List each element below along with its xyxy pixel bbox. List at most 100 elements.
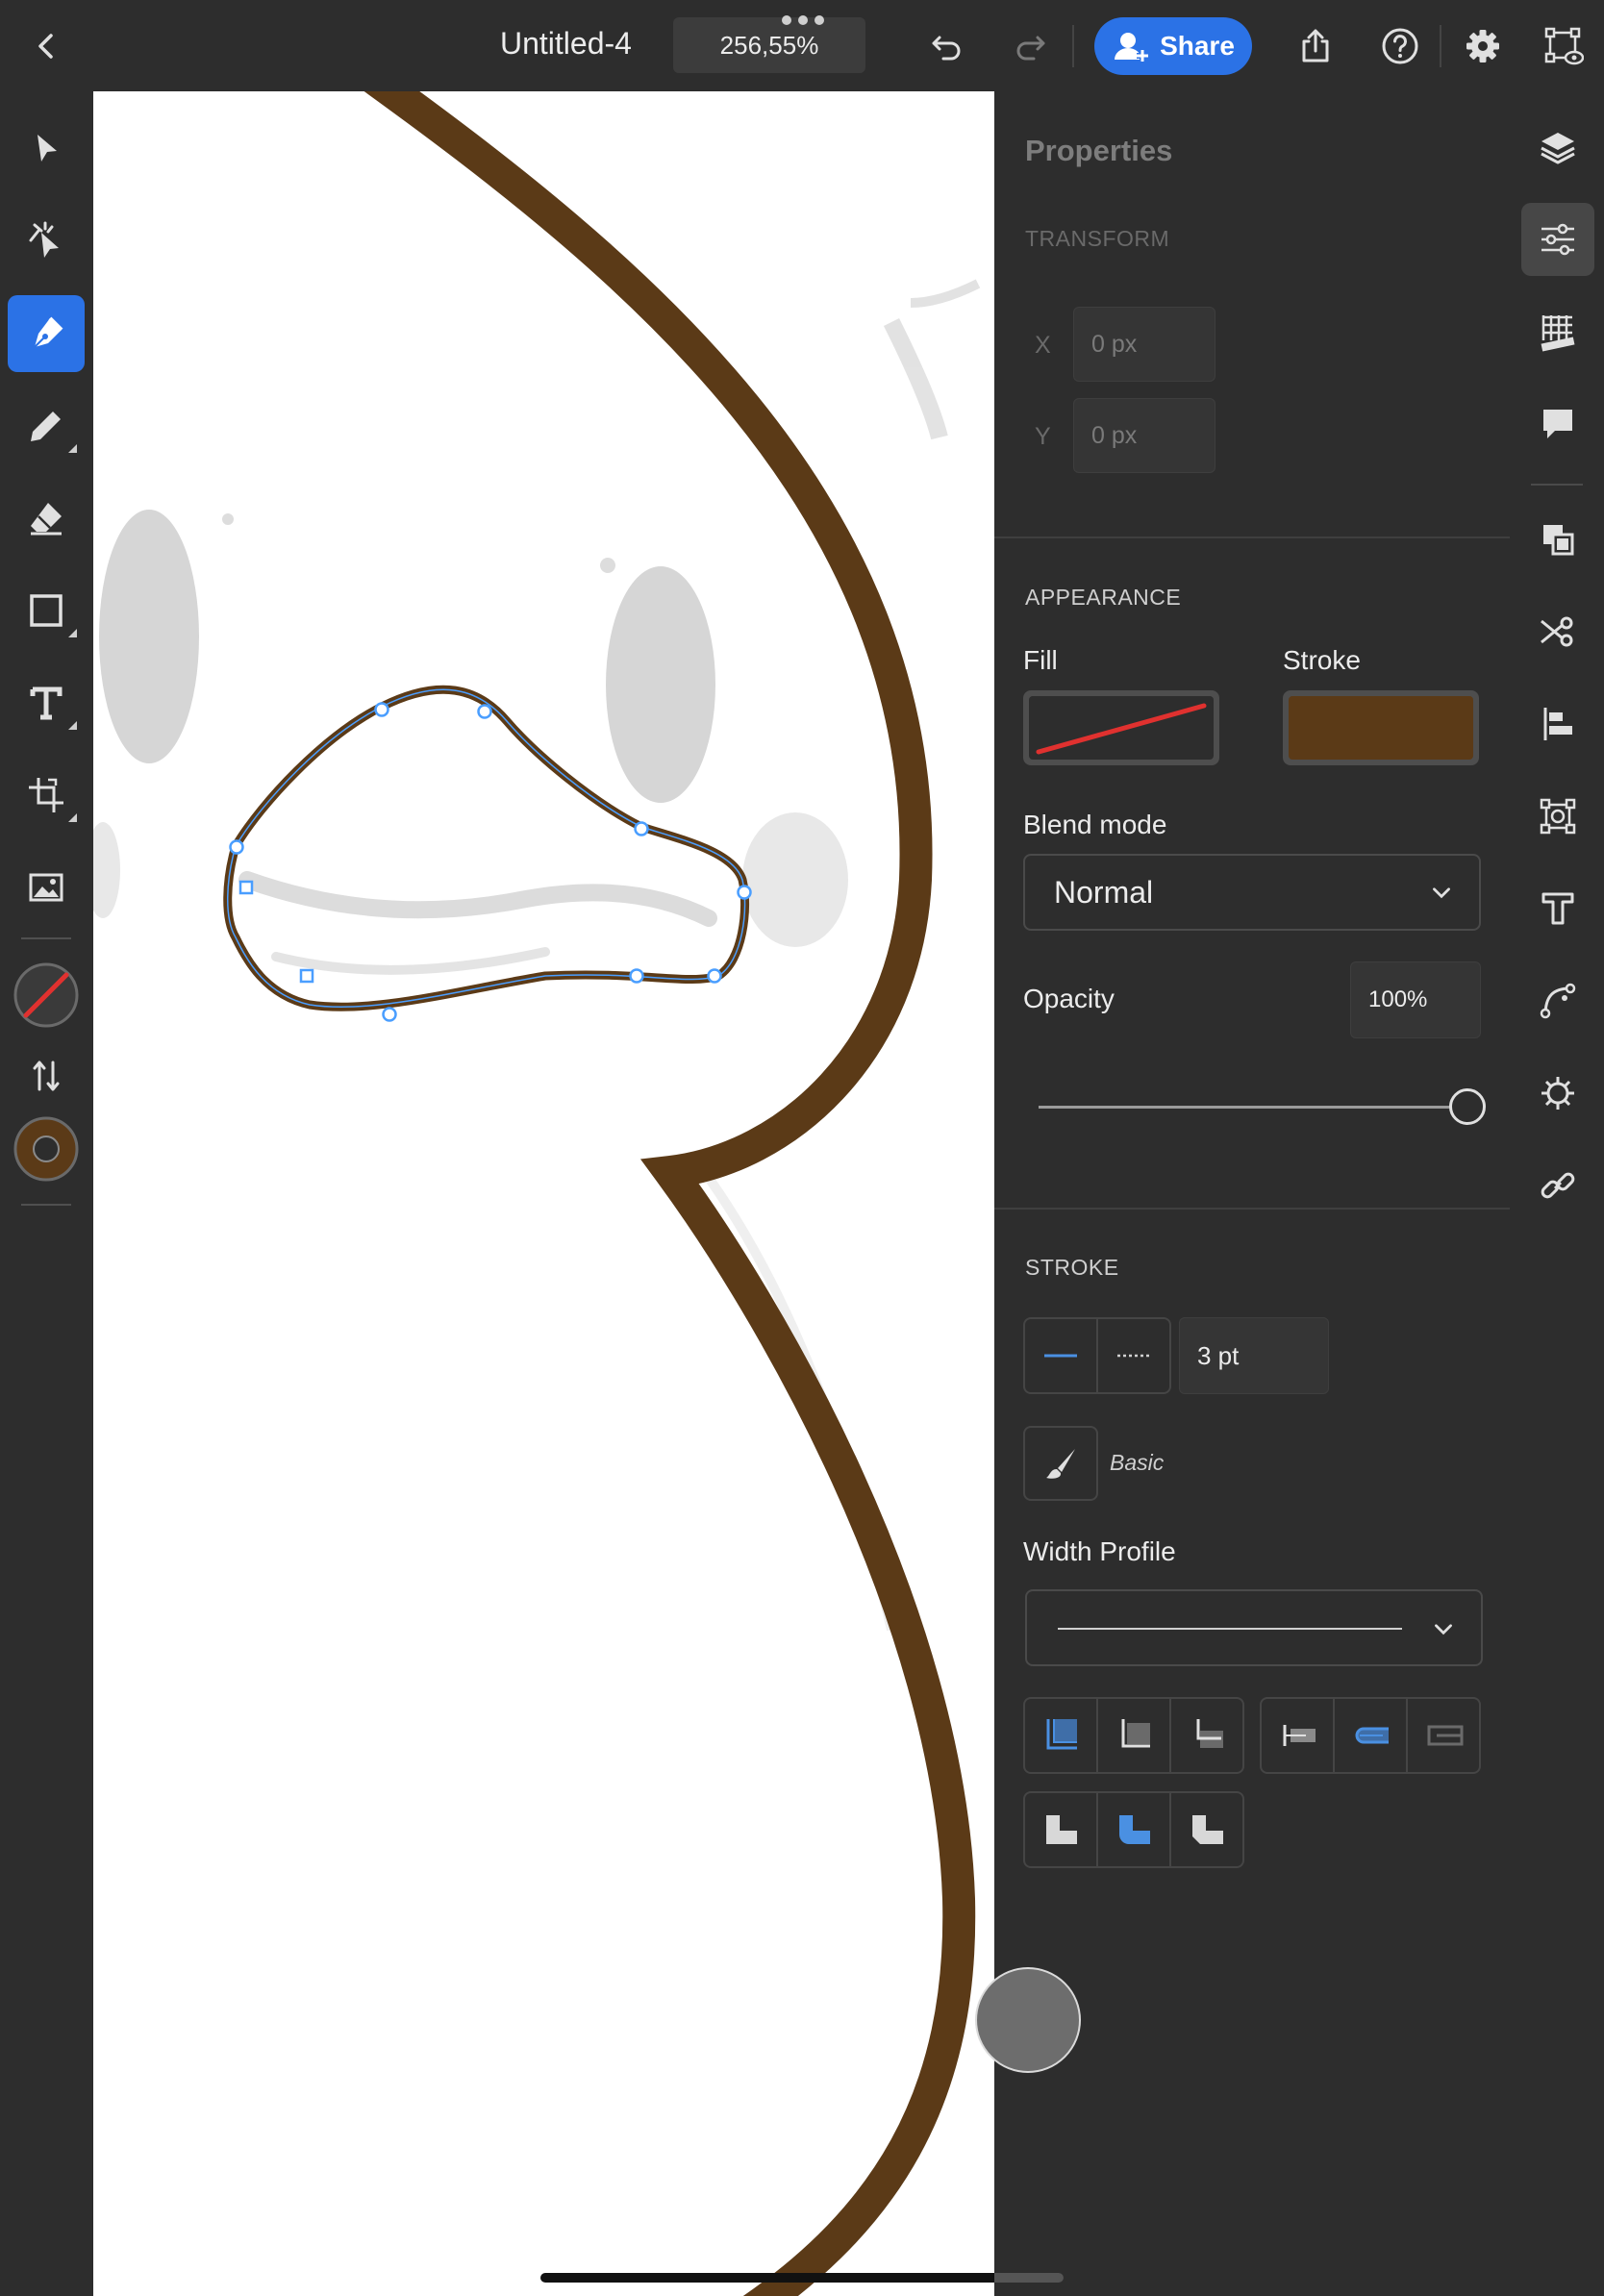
eye-right-sketch: [606, 566, 715, 803]
align-inside-button[interactable]: [1025, 1699, 1098, 1772]
round-join-button[interactable]: [1098, 1793, 1171, 1866]
stroke-cap-toggle: [1260, 1697, 1481, 1774]
align-button[interactable]: [1521, 687, 1594, 761]
share-button[interactable]: Share: [1094, 17, 1252, 75]
rectangle-icon: [30, 594, 63, 627]
preview-icon[interactable]: [1535, 17, 1592, 75]
export-icon[interactable]: [1287, 17, 1344, 75]
zoom-level[interactable]: 256,55%: [673, 17, 865, 73]
image-icon: [29, 873, 63, 902]
anchor-point[interactable]: [382, 1007, 397, 1022]
opacity-slider-thumb[interactable]: [1449, 1088, 1486, 1125]
anchor-point[interactable]: [299, 968, 314, 984]
links-button[interactable]: [1521, 1149, 1594, 1222]
artboard-canvas[interactable]: [93, 91, 994, 2296]
properties-button[interactable]: [1521, 203, 1594, 276]
anchor-point[interactable]: [634, 821, 649, 836]
anchor-point[interactable]: [238, 880, 254, 895]
direct-select-icon: [29, 221, 59, 258]
align-center-button[interactable]: [1098, 1699, 1171, 1772]
home-indicator-tail: [994, 2273, 1064, 2283]
x-field[interactable]: 0 px: [1073, 307, 1216, 382]
pencil-tool[interactable]: [8, 387, 85, 464]
blend-mode-dropdown[interactable]: Normal: [1023, 854, 1481, 931]
more-icon[interactable]: [781, 13, 825, 27]
miter-join-button[interactable]: [1025, 1793, 1098, 1866]
type-options-button[interactable]: [1521, 872, 1594, 945]
sketch-layer: [93, 279, 981, 1632]
round-join-icon: [1119, 1815, 1150, 1844]
butt-cap-button[interactable]: [1262, 1699, 1335, 1772]
transform-section-title: TRANSFORM: [1025, 226, 1170, 251]
link-icon: [1541, 1172, 1575, 1199]
pen-tool[interactable]: [8, 295, 85, 372]
anchor-point[interactable]: [707, 968, 722, 984]
comments-button[interactable]: [1521, 387, 1594, 461]
text-tool[interactable]: [8, 664, 85, 741]
stroke-label: Stroke: [1283, 645, 1361, 675]
eraser-tool[interactable]: [8, 480, 85, 557]
select-tool[interactable]: [8, 111, 85, 187]
grid-ruler-button[interactable]: [1521, 295, 1594, 368]
round-cap-icon: [1355, 1727, 1389, 1744]
direct-select-tool[interactable]: [8, 202, 85, 279]
brush-button[interactable]: [1023, 1426, 1098, 1501]
settings-gear-icon[interactable]: [1454, 17, 1512, 75]
fill-swatch-button[interactable]: [1023, 690, 1219, 765]
width-profile-dropdown[interactable]: [1025, 1589, 1483, 1666]
anchor-point[interactable]: [737, 885, 752, 900]
y-field[interactable]: 0 px: [1073, 398, 1216, 473]
repeat-grid-button[interactable]: [1521, 780, 1594, 853]
plugins-button[interactable]: [1521, 1057, 1594, 1130]
anchor-point[interactable]: [629, 968, 644, 984]
brush-icon: [1046, 1449, 1075, 1479]
anchor-point[interactable]: [229, 839, 244, 855]
layers-button[interactable]: [1521, 111, 1594, 184]
stroke-weight-field[interactable]: 3 pt: [1179, 1317, 1329, 1394]
body-outline-stroke[interactable]: [363, 91, 976, 2296]
redo-icon[interactable]: [1002, 17, 1060, 75]
arrange-button[interactable]: [1521, 503, 1594, 576]
toolbar-divider: [1072, 25, 1074, 67]
scissors-button[interactable]: [1521, 595, 1594, 668]
align-outside-button[interactable]: [1171, 1699, 1242, 1772]
solid-stroke-button[interactable]: [1025, 1319, 1098, 1392]
width-profile-label: Width Profile: [1023, 1536, 1176, 1566]
x-label: X: [1035, 332, 1051, 359]
home-indicator: [540, 2273, 1064, 2283]
image-tool[interactable]: [8, 849, 85, 926]
stroke-swatch[interactable]: [8, 1111, 85, 1187]
projecting-cap-button[interactable]: [1408, 1699, 1479, 1772]
dashed-stroke-button[interactable]: [1098, 1319, 1169, 1392]
no-fill-icon: [13, 962, 79, 1028]
panel-title: Properties: [1025, 134, 1173, 167]
eraser-icon: [31, 503, 62, 536]
shape-tool[interactable]: [8, 572, 85, 649]
properties-panel: Properties TRANSFORM X 0 px Y 0 px APPEA…: [994, 91, 1510, 2296]
stroke-swatch-button[interactable]: [1283, 690, 1479, 765]
swap-fill-stroke[interactable]: [8, 1037, 85, 1114]
type-icon: [30, 686, 63, 720]
anchor-point[interactable]: [374, 702, 389, 717]
rail-divider: [1531, 484, 1583, 486]
anchor-point[interactable]: [477, 704, 492, 719]
transform-tool[interactable]: [8, 757, 85, 834]
stroke-type-toggle: [1023, 1317, 1171, 1394]
add-user-icon: [1115, 33, 1149, 62]
fill-swatch[interactable]: [8, 957, 85, 1034]
round-cap-button[interactable]: [1335, 1699, 1408, 1772]
section-divider: [994, 1208, 1510, 1210]
path-options-button[interactable]: [1521, 964, 1594, 1037]
align-inside-icon: [1046, 1719, 1077, 1750]
help-icon[interactable]: [1371, 17, 1429, 75]
document-title[interactable]: Untitled-4: [500, 26, 632, 62]
opacity-slider-track[interactable]: [1039, 1106, 1467, 1109]
bevel-join-icon: [1192, 1815, 1223, 1844]
dashed-line-icon: [1117, 1354, 1150, 1358]
crop-transform-icon: [29, 778, 63, 812]
back-icon[interactable]: [17, 17, 75, 75]
none-slash-icon: [1036, 703, 1207, 755]
undo-icon[interactable]: [917, 17, 975, 75]
bevel-join-button[interactable]: [1171, 1793, 1242, 1866]
opacity-field[interactable]: 100%: [1350, 961, 1481, 1038]
